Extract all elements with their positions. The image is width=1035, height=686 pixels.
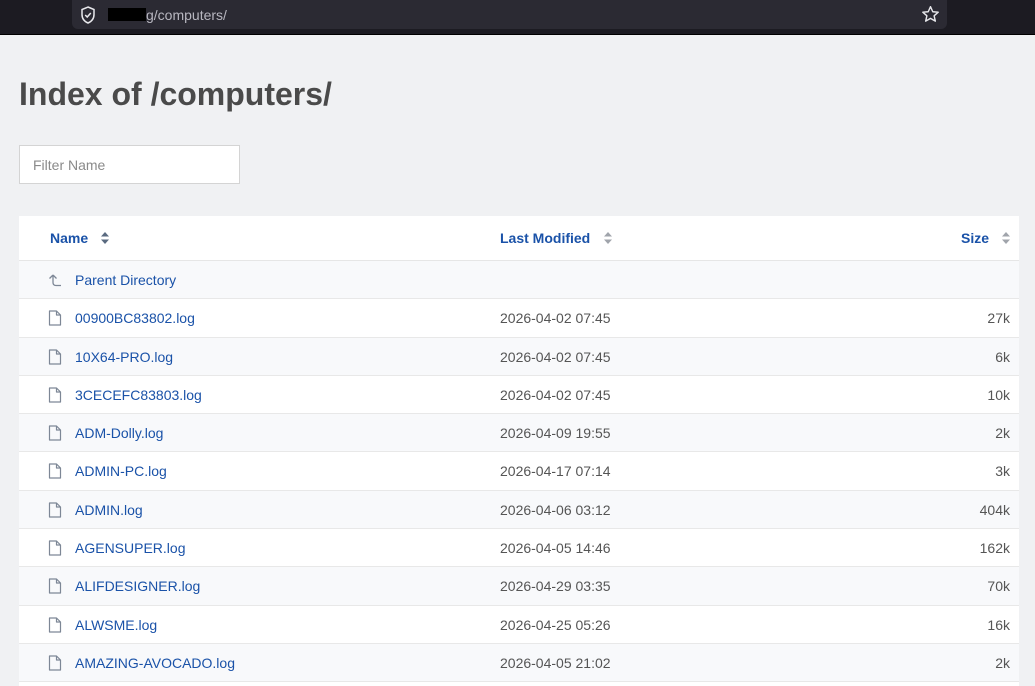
table-row[interactable]: ALWSME.log 2026-04-25 05:26 16k: [19, 606, 1019, 644]
page-title: Index of /computers/: [19, 76, 332, 112]
file-icon: [48, 502, 62, 518]
file-icon: [48, 540, 62, 556]
column-header-name[interactable]: Name: [50, 230, 88, 246]
last-modified: 2026-04-02 07:45: [500, 310, 611, 327]
up-arrow-icon: [49, 274, 61, 287]
table-header: Name Last Modified Size: [19, 216, 1019, 261]
file-icon: [48, 578, 62, 594]
file-link[interactable]: 00900BC83802.log: [75, 310, 195, 326]
table-row[interactable]: 3CECEFC83803.log 2026-04-02 07:45 10k: [19, 376, 1019, 415]
file-size: 10k: [987, 386, 1010, 403]
star-icon[interactable]: [921, 5, 940, 24]
sort-icon[interactable]: [101, 232, 109, 244]
last-modified: 2026-04-05 21:02: [500, 654, 611, 671]
file-size: 27k: [987, 310, 1010, 327]
last-modified: 2026-04-17 07:14: [500, 463, 611, 480]
file-size: 2k: [995, 654, 1010, 671]
file-icon: [48, 348, 62, 365]
file-link[interactable]: ADMIN-PC.log: [75, 463, 167, 479]
file-link[interactable]: 10X64-PRO.log: [75, 349, 173, 365]
url-text[interactable]: g/computers/: [146, 7, 227, 23]
file-link[interactable]: ADMIN.log: [75, 502, 143, 518]
column-header-size[interactable]: Size: [961, 230, 989, 246]
file-size: 6k: [995, 348, 1010, 365]
file-size: 16k: [987, 616, 1010, 633]
column-header-last-modified[interactable]: Last Modified: [500, 230, 590, 246]
last-modified: 2026-04-02 07:45: [500, 386, 611, 403]
file-icon: [48, 425, 62, 441]
file-link[interactable]: ALWSME.log: [75, 617, 157, 633]
redacted-host: [108, 8, 146, 21]
parent-directory-link[interactable]: Parent Directory: [75, 272, 176, 288]
last-modified: 2026-04-09 19:55: [500, 425, 611, 442]
table-row[interactable]: AMAZING-AVOCADO.log 2026-04-05 21:02 2k: [19, 643, 1019, 683]
parent-directory-row[interactable]: Parent Directory: [19, 261, 1019, 300]
file-link[interactable]: ADM-Dolly.log: [75, 425, 163, 441]
file-size: 404k: [979, 501, 1010, 518]
file-size: 3k: [995, 463, 1010, 480]
file-link[interactable]: AGENSUPER.log: [75, 540, 185, 556]
file-icon: [48, 655, 62, 671]
table-row[interactable]: 10X64-PRO.log 2026-04-02 07:45 6k: [19, 337, 1019, 376]
file-icon: [48, 617, 62, 633]
table-row[interactable]: ADMIN-PC.log 2026-04-17 07:14 3k: [19, 452, 1019, 491]
file-size: 162k: [979, 540, 1010, 557]
file-size: 2k: [995, 425, 1010, 442]
table-row[interactable]: ADM-Dolly.log 2026-04-09 19:55 2k: [19, 414, 1019, 453]
file-icon: [48, 310, 62, 326]
table-row[interactable]: ALIFDESIGNER.log 2026-04-29 03:35 70k: [19, 567, 1019, 606]
file-link[interactable]: 3CECEFC83803.log: [75, 387, 202, 403]
file-icon: [48, 387, 62, 403]
sort-icon[interactable]: [1002, 232, 1010, 244]
shield-check-icon[interactable]: [80, 6, 96, 24]
table-row[interactable]: AGENSUPER.log 2026-04-05 14:46 162k: [19, 529, 1019, 568]
file-icon: [48, 463, 62, 480]
file-listing-table: Name Last Modified Size Parent Directory…: [19, 216, 1019, 686]
table-row[interactable]: 00900BC83802.log 2026-04-02 07:45 27k: [19, 299, 1019, 338]
table-row[interactable]: ADMIN.log 2026-04-06 03:12 404k: [19, 490, 1019, 530]
filter-name-input[interactable]: [19, 145, 240, 184]
file-size: 70k: [987, 578, 1010, 595]
sort-icon[interactable]: [604, 232, 612, 244]
last-modified: 2026-04-29 03:35: [500, 578, 611, 595]
file-link[interactable]: ALIFDESIGNER.log: [75, 578, 200, 594]
last-modified: 2026-04-25 05:26: [500, 616, 611, 633]
browser-toolbar: g/computers/: [0, 0, 1035, 35]
last-modified: 2026-04-06 03:12: [500, 501, 611, 518]
last-modified: 2026-04-02 07:45: [500, 348, 611, 365]
last-modified: 2026-04-05 14:46: [500, 540, 611, 557]
file-link[interactable]: AMAZING-AVOCADO.log: [75, 655, 235, 671]
